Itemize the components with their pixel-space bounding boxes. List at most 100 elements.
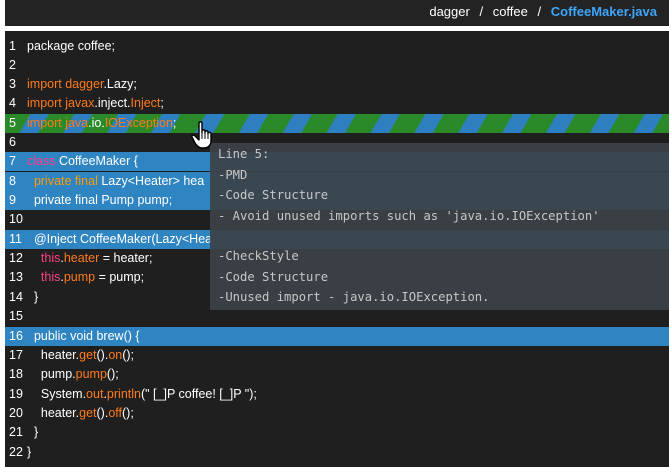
code-line[interactable]: 19 System.out.println(" [_]P coffee! [_]…	[5, 385, 669, 404]
code-token: (" [_]P coffee! [_]P ");	[140, 387, 257, 401]
code-token: ();	[106, 367, 119, 381]
code-token: this	[27, 251, 61, 265]
code-token: import	[27, 96, 66, 110]
breadcrumb-item-dagger[interactable]: dagger	[429, 4, 469, 19]
code-token: ();	[122, 348, 135, 362]
code-line[interactable]: 2	[5, 56, 669, 75]
code-token: class	[27, 154, 59, 168]
line-number: 1	[9, 39, 16, 53]
code-line[interactable]: 4 import javax.inject.Inject;	[5, 94, 669, 113]
tooltip-gap	[218, 226, 661, 246]
line-number: 13	[9, 270, 23, 284]
code-token: }	[27, 445, 32, 459]
code-token: off	[108, 406, 122, 420]
breadcrumb-separator: /	[537, 4, 542, 19]
tooltip-pmd-category: -Code Structure	[218, 188, 329, 202]
hand-pointer-icon	[190, 120, 218, 150]
code-line[interactable]: 18 pump.pump();	[5, 365, 669, 384]
code-token: out	[86, 387, 104, 401]
code-line[interactable]: 22}	[5, 443, 669, 462]
code-line[interactable]: 1 package coffee;	[5, 37, 669, 56]
line-number: 9	[9, 193, 16, 207]
code-line[interactable]: 21 }	[5, 423, 669, 442]
code-token: println	[106, 387, 141, 401]
code-token: import	[27, 116, 66, 130]
code-line[interactable]: 17 heater.get().on();	[5, 346, 669, 365]
code-token: ().	[96, 348, 109, 362]
breadcrumb-separator: /	[479, 4, 484, 19]
code-token: javax	[65, 96, 95, 110]
line-code: import javax.inject.Inject;	[27, 94, 164, 113]
line-code: import dagger.Lazy;	[27, 75, 137, 94]
line-number: 8	[9, 174, 16, 188]
code-token: ().	[96, 406, 109, 420]
line-number: 7	[9, 154, 16, 168]
line-code: heater.get().on();	[27, 346, 134, 365]
code-token: public void brew() {	[27, 329, 140, 343]
code-token: CoffeeMaker {	[58, 154, 138, 168]
header-bar: dagger / coffee / CoffeeMaker.java	[5, 0, 669, 26]
line-code: @Inject CoffeeMaker(Lazy<Hea	[27, 230, 212, 249]
tooltip-checkstyle-category: -Code Structure	[218, 269, 329, 284]
line-number: 2	[9, 58, 16, 72]
line-number: 11	[9, 232, 22, 246]
line-number: 17	[9, 348, 23, 362]
code-token: Inject	[130, 96, 161, 110]
code-line[interactable]: 16 public void brew() {	[5, 327, 669, 346]
code-token: get	[79, 406, 97, 420]
code-token: }	[27, 425, 39, 439]
code-token: heater	[63, 251, 100, 265]
line-code: public void brew() {	[27, 327, 140, 346]
code-token: this	[27, 270, 61, 284]
line-code: System.out.println(" [_]P coffee! [_]P "…	[27, 385, 257, 404]
line-number: 6	[9, 135, 16, 149]
line-number: 22	[9, 445, 23, 459]
line-number: 5	[9, 116, 16, 130]
line-code: class CoffeeMaker {	[27, 152, 138, 171]
line-number: 12	[9, 251, 23, 265]
line-number: 3	[9, 77, 16, 91]
code-token: .inject.	[94, 96, 131, 110]
line-number: 4	[9, 96, 16, 110]
code-line[interactable]: 20 heater.get().off();	[5, 404, 669, 423]
tooltip-checkstyle-message: -Unused import - java.io.IOException.	[218, 290, 490, 304]
line-number: 18	[9, 367, 23, 381]
line-code: this.pump = pump;	[27, 268, 144, 287]
line-number: 15	[9, 309, 23, 323]
code-token: pump	[75, 367, 107, 381]
line-number: 10	[9, 212, 23, 226]
line-code: package coffee;	[27, 37, 115, 56]
line-number: 21	[9, 425, 23, 439]
line-code: }	[27, 423, 38, 442]
tooltip-pmd-message: - Avoid unused imports such as 'java.io.…	[218, 208, 600, 223]
line-code: private final Lazy<Heater> hea	[27, 172, 204, 191]
code-token: IOException	[104, 116, 173, 130]
breadcrumb-item-coffee[interactable]: coffee	[493, 4, 528, 19]
code-token: = pump;	[95, 270, 145, 284]
code-line[interactable]: 5 import java.io.IOException;	[5, 114, 669, 133]
line-number: 16	[9, 329, 23, 343]
lint-tooltip: Line 5: -PMD -Code Structure - Avoid unu…	[210, 143, 669, 310]
code-token: .Lazy;	[103, 77, 137, 91]
code-token: }	[27, 290, 39, 304]
code-token: = heater;	[99, 251, 153, 265]
code-token: pump	[63, 270, 96, 284]
code-token: pump.	[27, 367, 76, 381]
code-token: ;	[160, 96, 164, 110]
code-token: get	[79, 348, 97, 362]
code-line[interactable]: 3 import dagger.Lazy;	[5, 75, 669, 94]
line-code: heater.get().off();	[27, 404, 134, 423]
line-code: }	[27, 443, 31, 462]
code-token: .io.	[88, 116, 105, 130]
line-code: this.heater = heater;	[27, 249, 153, 268]
code-token: ;	[172, 116, 177, 130]
line-code: import java.io.IOException;	[27, 114, 176, 133]
code-token: ();	[122, 406, 134, 420]
breadcrumb-current-file[interactable]: CoffeeMaker.java	[551, 4, 657, 19]
line-number: 19	[9, 387, 23, 401]
breadcrumb: dagger / coffee / CoffeeMaker.java	[429, 0, 657, 24]
line-code: }	[27, 288, 38, 307]
line-number: 20	[9, 406, 23, 420]
code-token: java	[65, 116, 89, 130]
code-token: System.	[27, 387, 87, 401]
